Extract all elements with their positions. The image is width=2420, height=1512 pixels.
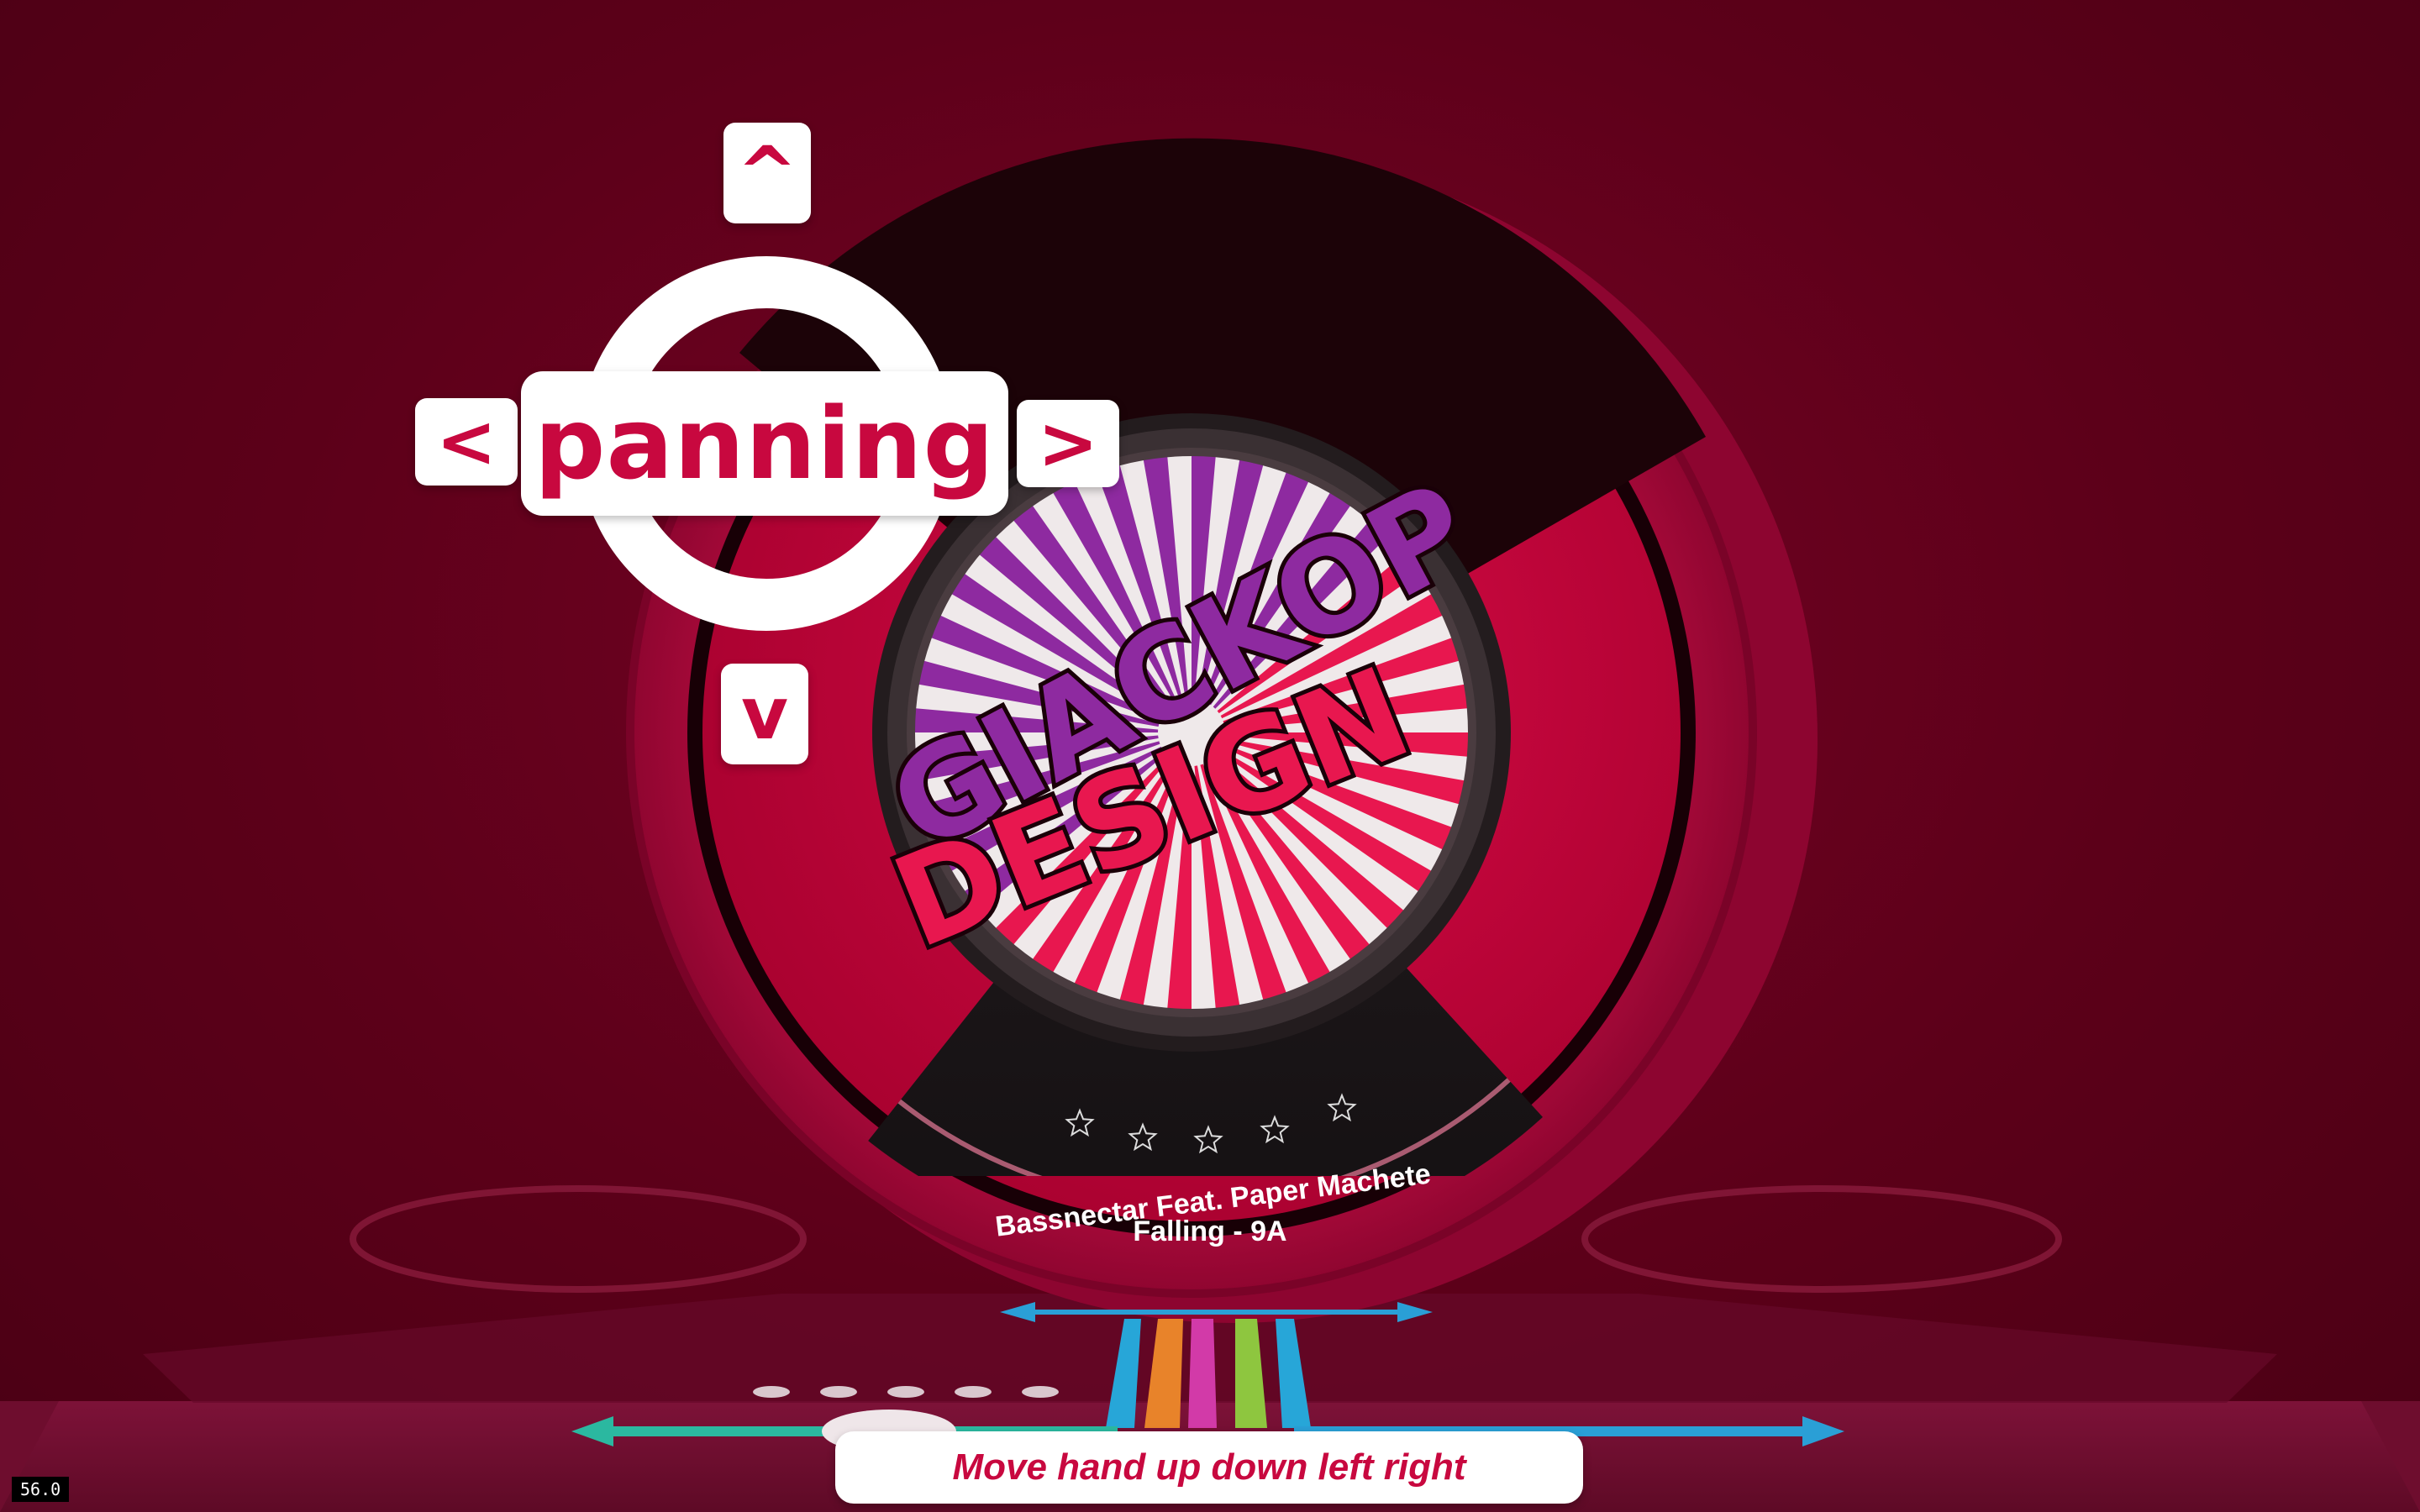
left-deck-ring xyxy=(350,1185,807,1293)
chevron-right-icon: > xyxy=(1037,402,1099,486)
fps-counter: 56.0 xyxy=(12,1477,70,1502)
mode-label-text: panning xyxy=(534,386,996,501)
pan-left-button[interactable]: < xyxy=(415,398,518,486)
instruction-text: Move hand up down left right xyxy=(952,1446,1466,1488)
chevron-up-icon: ^ xyxy=(736,131,798,215)
instruction-banner: Move hand up down left right xyxy=(835,1431,1583,1504)
right-deck-ring xyxy=(1581,1185,2062,1293)
chevron-down-icon: v xyxy=(740,672,789,756)
pan-down-button[interactable]: v xyxy=(721,664,808,764)
pan-right-button[interactable]: > xyxy=(1017,400,1119,487)
turntable-scene: GIACKOP DESIGN Bassnectar Feat. Paper Ma… xyxy=(0,138,2420,1512)
chevron-left-icon: < xyxy=(435,400,497,484)
mode-label: panning xyxy=(521,371,1008,516)
pan-up-button[interactable]: ^ xyxy=(723,123,811,223)
track-title: Falling - 9A xyxy=(1133,1215,1286,1247)
